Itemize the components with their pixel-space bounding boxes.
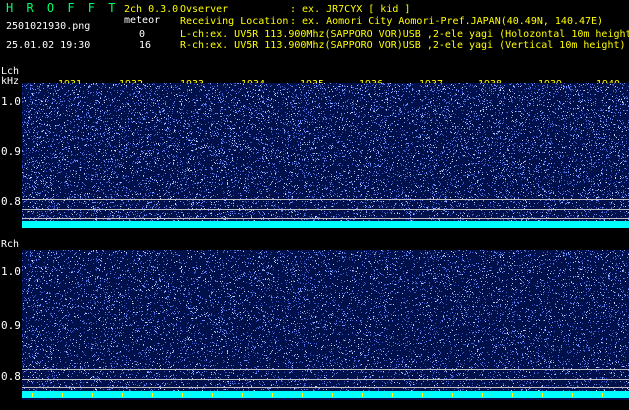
meteor-label: meteor xyxy=(124,15,160,27)
time-tick xyxy=(452,393,453,397)
time-tick xyxy=(302,393,303,397)
meteor-count-rch: 16 xyxy=(139,40,151,52)
time-tick xyxy=(362,393,363,397)
datetime-label: 25.01.02 19:30 xyxy=(6,40,90,52)
rch-ylabel-1: 1.0 xyxy=(1,266,21,277)
time-tick xyxy=(92,393,93,397)
carrier-band xyxy=(22,221,629,228)
time-tick xyxy=(212,393,213,397)
carrier-band xyxy=(22,391,629,398)
time-tick xyxy=(32,393,33,397)
reference-line xyxy=(22,379,629,380)
lch-ylabel-1: 1.0 xyxy=(1,96,21,107)
time-tick xyxy=(122,393,123,397)
time-tick xyxy=(332,393,333,397)
location-key: Receiving Location xyxy=(180,16,288,28)
time-tick xyxy=(542,393,543,397)
time-tick xyxy=(482,393,483,397)
lch-ylabel-2: 0.9 xyxy=(1,146,21,157)
time-tick xyxy=(182,393,183,397)
rch-channel-label: Rch xyxy=(1,240,19,250)
rch-description: R-ch:ex. UV5R 113.900Mhz(SAPPORO VOR)USB… xyxy=(180,40,626,52)
location-value: : ex. Aomori City Aomori-Pref.JAPAN(40.4… xyxy=(290,16,603,28)
time-tick xyxy=(602,393,603,397)
reference-line xyxy=(22,209,629,210)
reference-line xyxy=(22,369,629,370)
reference-line xyxy=(22,218,629,219)
app-title: H R O F F T xyxy=(6,2,118,14)
time-tick xyxy=(422,393,423,397)
time-tick xyxy=(512,393,513,397)
lch-spectrogram xyxy=(22,83,629,228)
observer-value: : ex. JR7CYX [ kid ] xyxy=(290,4,410,16)
lch-spectrogram-svg xyxy=(22,83,629,228)
lch-unit-label: kHz xyxy=(1,77,19,87)
rch-spectrogram-svg xyxy=(22,250,629,398)
filename-label: 2501021930.png xyxy=(6,21,90,33)
time-tick xyxy=(272,393,273,397)
time-tick xyxy=(62,393,63,397)
rch-ylabel-2: 0.9 xyxy=(1,320,21,331)
reference-line xyxy=(22,387,629,388)
reference-line xyxy=(22,199,629,200)
observer-key: Ovserver xyxy=(180,4,228,16)
rch-spectrogram xyxy=(22,250,629,400)
time-tick xyxy=(152,393,153,397)
lch-ylabel-3: 0.8 xyxy=(1,196,21,207)
time-tick xyxy=(242,393,243,397)
rch-ylabel-3: 0.8 xyxy=(1,371,21,382)
time-tick xyxy=(392,393,393,397)
time-tick xyxy=(572,393,573,397)
